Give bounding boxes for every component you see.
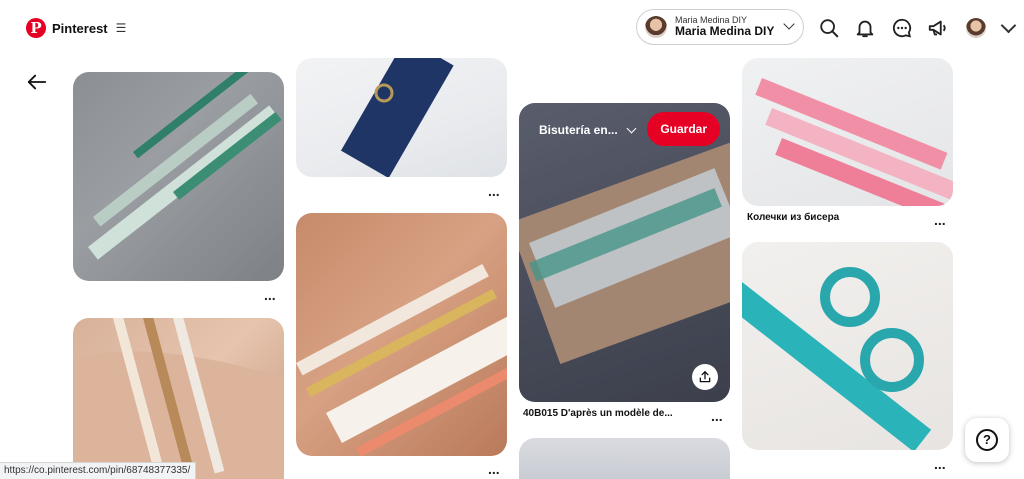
account-avatar <box>645 16 667 38</box>
pin-more-options[interactable]: ... <box>934 457 946 471</box>
pin-caption[interactable]: Колечки из бисера <box>747 212 839 223</box>
back-arrow-icon[interactable] <box>26 72 48 92</box>
chevron-down-icon <box>783 18 795 30</box>
share-button[interactable] <box>692 364 718 390</box>
pin-more-options[interactable]: ... <box>264 288 276 302</box>
pin-more-options[interactable]: ... <box>711 409 723 423</box>
pin-more-options[interactable]: ... <box>488 184 500 198</box>
megaphone-icon[interactable] <box>927 17 949 39</box>
pin-image-blue-bracelet[interactable] <box>296 58 507 177</box>
pinterest-logo-icon: P <box>26 18 46 38</box>
save-button[interactable]: Guardar <box>647 112 720 146</box>
board-selector[interactable]: Bisutería en... <box>539 123 637 137</box>
account-switcher[interactable]: Maria Medina DIY Maria Medina DIY <box>636 9 804 45</box>
chevron-down-icon <box>626 123 637 134</box>
account-name: Maria Medina DIY <box>675 24 775 39</box>
chevron-down-icon[interactable] <box>1000 17 1017 34</box>
menu-icon[interactable]: ☰ <box>116 21 127 35</box>
brand-name: Pinterest <box>52 20 108 36</box>
search-icon[interactable] <box>818 17 840 39</box>
pin-image-hand-bracelets[interactable] <box>73 318 284 479</box>
pin-image-leaf-bracelet[interactable]: Bisutería en... Guardar <box>519 103 730 402</box>
bell-icon[interactable] <box>854 17 876 39</box>
pin-more-options[interactable]: ... <box>488 462 500 476</box>
profile-avatar[interactable] <box>966 18 986 38</box>
share-icon <box>699 371 711 383</box>
board-name: Bisutería en... <box>539 123 618 137</box>
pin-image-turquoise-hoops[interactable] <box>742 242 953 450</box>
pin-image-coral-bracelets[interactable] <box>296 213 507 456</box>
pin-image-partial[interactable] <box>519 438 730 479</box>
help-button[interactable]: ? <box>965 418 1009 462</box>
pin-caption[interactable]: 40B015 D'après un modèle de... <box>523 408 673 419</box>
pinterest-home-link[interactable]: P Pinterest ☰ <box>26 18 126 38</box>
status-bar-url: https://co.pinterest.com/pin/68748377335… <box>0 462 197 479</box>
help-icon: ? <box>976 429 998 451</box>
pin-hover-overlay <box>519 103 730 402</box>
pin-more-options[interactable]: ... <box>934 213 946 227</box>
pin-image-pink-rings[interactable] <box>742 58 953 206</box>
pin-image-green-bracelets[interactable] <box>73 72 284 281</box>
messages-icon[interactable] <box>891 17 913 39</box>
